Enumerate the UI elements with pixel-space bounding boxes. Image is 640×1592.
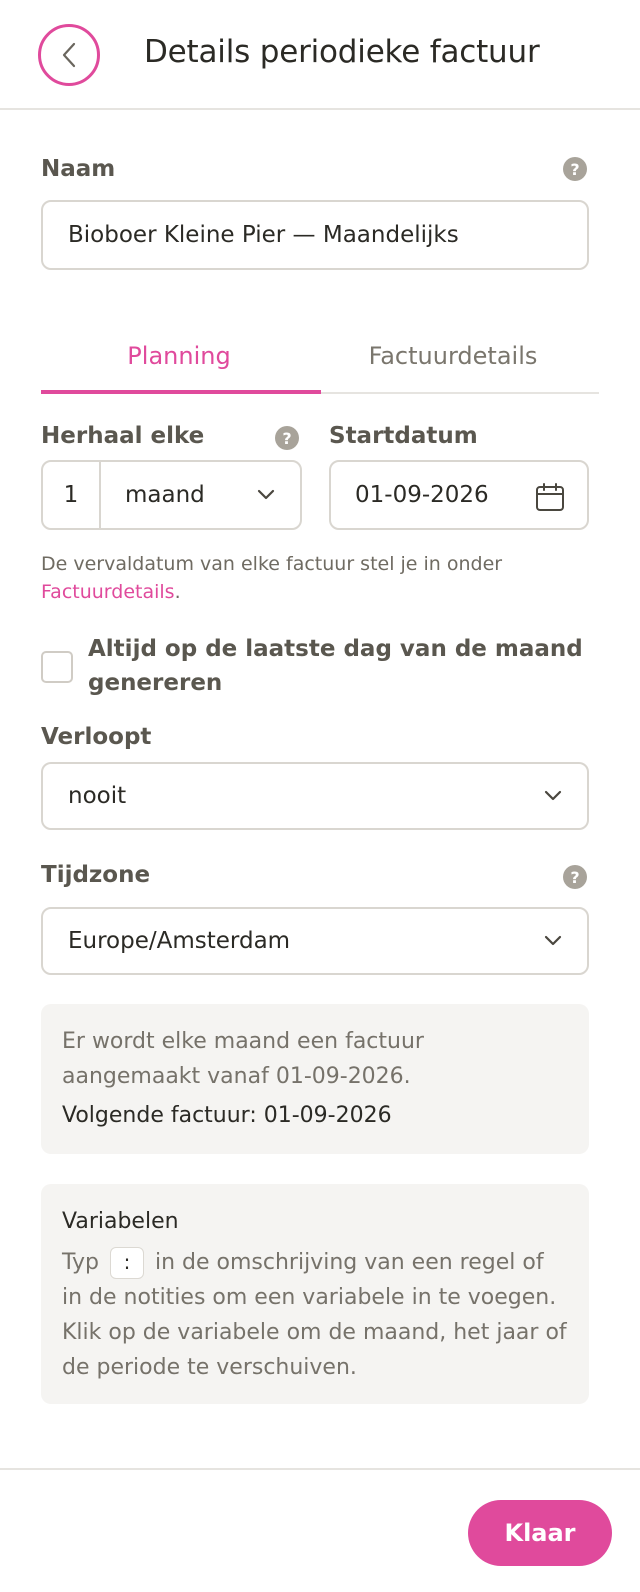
hint-text: De vervaldatum van elke factuur stel je … — [41, 553, 503, 575]
repeat-number-value: 1 — [63, 482, 79, 508]
last-day-label: Altijd op de laatste dag van de maand ge… — [88, 636, 583, 696]
variables-title: Variabelen — [62, 1209, 179, 1234]
last-day-checkbox[interactable] — [41, 651, 73, 683]
page-title: Details periodieke factuur — [144, 34, 540, 70]
start-date-label: Startdatum — [329, 423, 478, 449]
timezone-help-icon[interactable]: ? — [563, 865, 587, 889]
variables-text: Typ : in de omschrijving van een regel o… — [62, 1245, 568, 1385]
expires-select[interactable]: nooit — [41, 762, 589, 830]
expires-value: nooit — [68, 783, 127, 809]
back-button[interactable] — [38, 24, 100, 86]
name-label: Naam — [41, 156, 116, 182]
repeat-unit-select[interactable]: maand — [101, 462, 300, 528]
timezone-value: Europe/Amsterdam — [68, 928, 291, 954]
name-help-icon[interactable]: ? — [563, 157, 587, 181]
timezone-label: Tijdzone — [41, 862, 151, 888]
timezone-select[interactable]: Europe/Amsterdam — [41, 907, 589, 975]
chevron-down-icon — [257, 489, 275, 500]
tab-planning[interactable]: Planning — [41, 316, 317, 396]
repeat-number-input[interactable]: 1 — [43, 462, 101, 528]
colon-key: : — [110, 1247, 144, 1279]
header: Details periodieke factuur — [0, 0, 640, 110]
tab-active-indicator — [41, 390, 321, 394]
done-button[interactable]: Klaar — [468, 1500, 612, 1566]
name-input[interactable]: Bioboer Kleine Pier — Maandelijks — [41, 200, 589, 270]
repeat-group: 1 maand — [41, 460, 302, 530]
schedule-summary: Er wordt elke maand een factuur aangemaa… — [41, 1004, 589, 1154]
name-input-value: Bioboer Kleine Pier — Maandelijks — [68, 222, 459, 248]
summary-text: Er wordt elke maand een factuur aangemaa… — [62, 1029, 424, 1089]
repeat-help-icon[interactable]: ? — [275, 426, 299, 450]
variables-text-before: Typ — [62, 1250, 99, 1275]
next-invoice-text: Volgende factuur: 01-09-2026 — [62, 1103, 392, 1128]
variables-panel: Variabelen Typ : in de omschrijving van … — [41, 1184, 589, 1404]
expires-label: Verloopt — [41, 724, 152, 750]
chevron-down-icon — [544, 935, 562, 946]
chevron-down-icon — [544, 790, 562, 801]
start-date-input[interactable]: 01-09-2026 — [329, 460, 589, 530]
footer-divider — [0, 1468, 640, 1470]
repeat-unit-value: maand — [125, 482, 205, 508]
factuurdetails-link[interactable]: Factuurdetails — [41, 581, 175, 603]
hint-suffix: . — [174, 581, 181, 603]
calendar-icon[interactable] — [535, 482, 565, 512]
repeat-label: Herhaal elke — [41, 423, 205, 449]
start-date-value: 01-09-2026 — [355, 482, 489, 508]
chevron-left-icon — [62, 42, 76, 68]
tab-factuurdetails[interactable]: Factuurdetails — [317, 316, 589, 396]
due-date-hint: De vervaldatum van elke factuur stel je … — [41, 550, 601, 606]
